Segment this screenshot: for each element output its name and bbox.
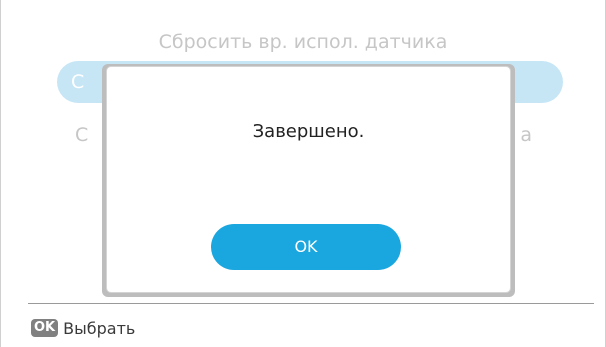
ok-key-icon: OK: [31, 319, 59, 337]
menu-item-label-tail: а: [520, 124, 532, 146]
footer-select-label: Выбрать: [63, 318, 136, 338]
completion-dialog: Завершено. OK: [106, 66, 511, 293]
menu-item-label: Сбросить вр. испол. датчика: [158, 31, 448, 53]
menu-item-reset-sensor-time[interactable]: Сбросить вр. испол. датчика: [30, 20, 576, 64]
footer-divider: [28, 303, 594, 304]
menu-item-label: С: [71, 71, 85, 93]
menu-item-label: С: [75, 124, 89, 146]
footer-hint: OK Выбрать: [31, 316, 135, 340]
ok-button[interactable]: OK: [211, 224, 401, 270]
dialog-message: Завершено.: [252, 121, 365, 142]
